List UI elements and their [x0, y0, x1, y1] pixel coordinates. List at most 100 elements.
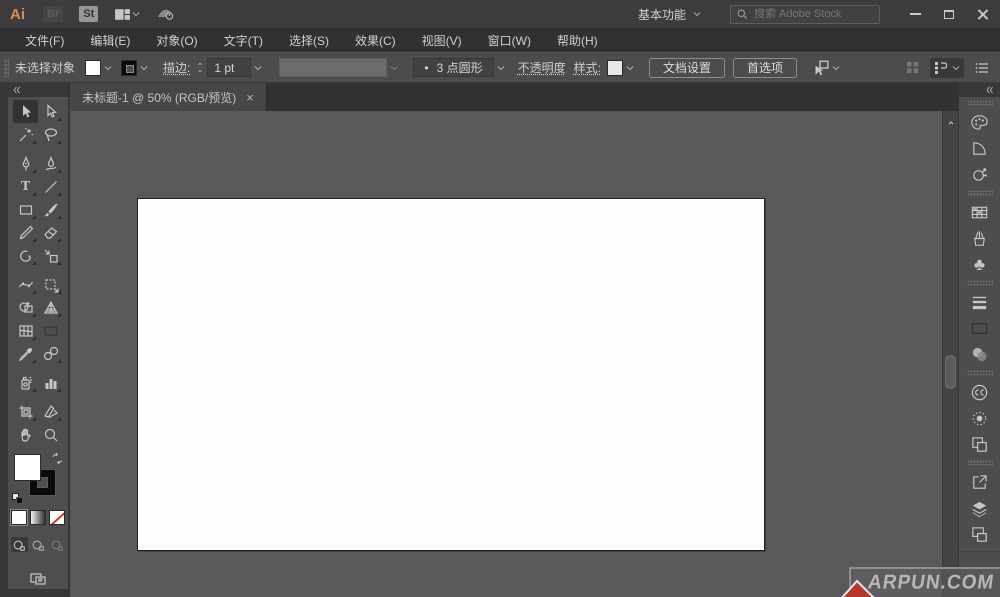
brush-definition-dropdown[interactable]: • 3 点圆形 [413, 58, 493, 77]
vertical-scrollbar[interactable] [942, 111, 958, 597]
stroke-panel-button[interactable] [963, 289, 997, 315]
arrange-documents-button[interactable] [114, 6, 141, 23]
fill-color-swatch[interactable] [85, 60, 101, 76]
scroll-up-icon[interactable] [946, 119, 956, 127]
tool-width[interactable] [13, 273, 38, 296]
isolate-selection-icon[interactable] [811, 59, 829, 77]
close-button[interactable] [966, 0, 1000, 28]
tool-hand[interactable] [13, 423, 38, 446]
artboard[interactable] [137, 198, 765, 551]
style-panel-link[interactable]: 样式: [574, 59, 601, 76]
share-button[interactable] [155, 4, 175, 24]
default-fill-stroke-icon[interactable] [12, 493, 23, 504]
panel-group-grip[interactable] [967, 370, 993, 376]
style-swatch[interactable] [607, 60, 623, 76]
search-input[interactable] [754, 8, 874, 20]
screen-mode-button[interactable] [27, 568, 49, 588]
tool-symbol-sprayer[interactable] [13, 371, 38, 394]
menu-object[interactable]: 对象(O) [143, 28, 210, 53]
tool-blend[interactable] [38, 342, 63, 365]
brushes-panel-button[interactable] [963, 225, 997, 251]
tool-perspective-grid[interactable] [38, 296, 63, 319]
color-panel-button[interactable] [963, 109, 997, 135]
draw-inside-button[interactable] [49, 537, 66, 552]
chevron-down-icon[interactable] [496, 63, 506, 73]
tool-eraser[interactable] [38, 221, 63, 244]
chevron-down-icon[interactable] [139, 63, 149, 73]
artboards-panel-button[interactable] [963, 521, 997, 547]
stroke-color-swatch[interactable] [121, 60, 137, 76]
color-guide-panel-button[interactable] [963, 135, 997, 161]
tool-column-graph[interactable] [38, 371, 63, 394]
menu-effect[interactable]: 效果(C) [342, 28, 409, 53]
tool-type[interactable]: T [13, 175, 38, 198]
tool-lasso[interactable] [38, 123, 63, 146]
tool-direct-selection[interactable] [38, 100, 63, 123]
maximize-button[interactable] [932, 0, 966, 28]
stock-button[interactable]: St [79, 6, 98, 22]
menu-edit[interactable]: 编辑(E) [77, 28, 143, 53]
tool-pen[interactable] [13, 152, 38, 175]
minimize-button[interactable] [898, 0, 932, 28]
none-button[interactable] [49, 510, 65, 525]
menu-select[interactable]: 选择(S) [276, 28, 342, 53]
workspace-switcher[interactable]: 基本功能 [638, 6, 702, 23]
swap-fill-stroke-icon[interactable] [51, 452, 64, 465]
tool-pencil[interactable] [13, 221, 38, 244]
tab-close-icon[interactable]: × [246, 90, 254, 105]
panel-menu-icon[interactable] [974, 60, 990, 76]
preferences-button[interactable]: 首选项 [733, 58, 797, 78]
symbols-panel-button[interactable]: ♣ [963, 251, 997, 277]
tool-gradient[interactable] [38, 319, 63, 342]
color-button[interactable] [11, 510, 27, 525]
tool-zoom[interactable] [38, 423, 63, 446]
panel-group-grip[interactable] [967, 190, 993, 196]
menu-file[interactable]: 文件(F) [12, 28, 77, 53]
tools-panel-header[interactable] [8, 83, 68, 97]
tool-scale[interactable] [38, 244, 63, 267]
menu-help[interactable]: 帮助(H) [544, 28, 611, 53]
panel-group-grip[interactable] [967, 100, 993, 106]
pathfinder-panel-button[interactable] [963, 431, 997, 457]
swatches-panel-button[interactable] [963, 199, 997, 225]
chevron-down-icon[interactable] [831, 63, 841, 73]
tool-mesh[interactable] [13, 319, 38, 342]
chevron-down-icon[interactable] [625, 63, 635, 73]
gradient-button[interactable] [30, 510, 46, 525]
draw-behind-button[interactable] [30, 537, 47, 552]
tool-slice[interactable] [38, 400, 63, 423]
tool-curvature[interactable] [38, 152, 63, 175]
bridge-button[interactable]: Br [43, 6, 63, 22]
layers-panel-button[interactable] [963, 495, 997, 521]
tool-free-transform[interactable] [38, 273, 63, 296]
tool-line-segment[interactable] [38, 175, 63, 198]
tool-selection[interactable] [13, 100, 38, 123]
menu-view[interactable]: 视图(V) [409, 28, 475, 53]
tool-artboard[interactable] [13, 400, 38, 423]
tool-shape-builder[interactable] [13, 296, 38, 319]
panel-group-grip[interactable] [967, 460, 993, 466]
scrollbar-thumb[interactable] [945, 355, 956, 389]
dock-control-button[interactable] [930, 58, 964, 78]
cc-libraries-panel-button[interactable] [963, 379, 997, 405]
transparency-panel-button[interactable] [963, 341, 997, 367]
canvas[interactable] [70, 111, 942, 597]
asset-export-panel-button[interactable] [963, 469, 997, 495]
recolor-artwork-button[interactable] [963, 161, 997, 187]
stroke-weight-input[interactable]: 1 pt [207, 58, 251, 77]
fill-indicator[interactable] [14, 454, 41, 481]
tool-magic-wand[interactable] [13, 123, 38, 146]
document-setup-button[interactable]: 文档设置 [649, 58, 725, 78]
tool-rotate[interactable] [13, 244, 38, 267]
panel-group-grip[interactable] [967, 280, 993, 286]
chevron-down-icon[interactable] [103, 63, 113, 73]
menu-window[interactable]: 窗口(W) [475, 28, 544, 53]
document-tab[interactable]: 未标题-1 @ 50% (RGB/预览) × [70, 83, 267, 111]
tool-eyedropper[interactable] [13, 342, 38, 365]
chevron-down-icon[interactable] [253, 63, 263, 73]
tool-rectangle[interactable] [13, 198, 38, 221]
stroke-panel-link[interactable]: 描边: [163, 59, 190, 76]
menu-type[interactable]: 文字(T) [211, 28, 276, 53]
image-trace-panel-button[interactable] [963, 405, 997, 431]
stock-search-box[interactable] [730, 5, 880, 24]
